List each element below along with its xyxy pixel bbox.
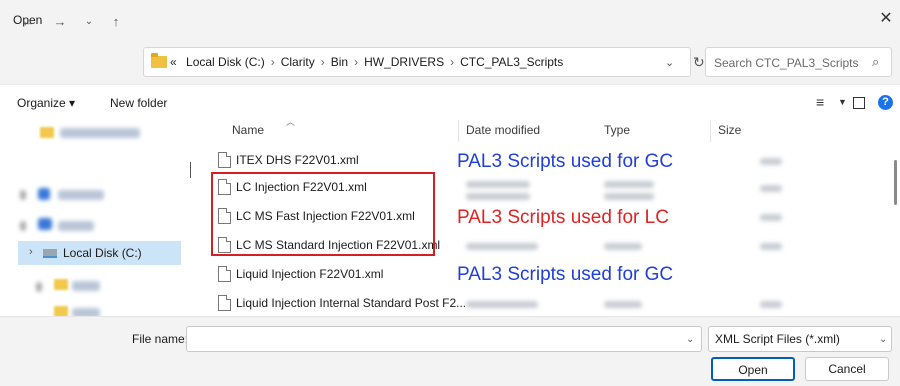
new-folder-button[interactable]: New folder	[110, 96, 167, 110]
vertical-scrollbar-thumb[interactable]	[894, 160, 897, 205]
organize-menu-button[interactable]: Organize ▾	[17, 96, 75, 110]
nav-item-label: Local Disk (C:)	[63, 246, 142, 260]
blurred-type	[604, 243, 642, 250]
breadcrumb-separator-icon[interactable]: ›	[354, 55, 358, 69]
blurred-type	[604, 193, 654, 200]
view-dropdown-icon[interactable]: ▼	[838, 97, 847, 107]
file-type-select[interactable]: XML Script Files (*.xml) ⌄	[708, 326, 892, 352]
breadcrumb-separator-icon[interactable]: ›	[321, 55, 325, 69]
blurred-size	[760, 301, 782, 308]
xml-file-icon	[218, 152, 231, 168]
file-name: Liquid Injection F22V01.xml	[236, 267, 384, 281]
chevron-right-icon[interactable]	[36, 282, 42, 292]
xml-file-icon	[218, 295, 231, 311]
breadcrumb-separator-icon[interactable]: ›	[271, 55, 275, 69]
blurred-size	[760, 185, 782, 192]
column-header-size[interactable]: Size	[718, 123, 741, 137]
lc-scripts-highlight-box	[211, 172, 435, 256]
open-button[interactable]: Open	[711, 357, 795, 381]
file-type-value: XML Script Files (*.xml)	[715, 332, 840, 346]
breadcrumb-clarity[interactable]: Clarity	[281, 55, 315, 69]
breadcrumb-overflow[interactable]: «	[170, 55, 177, 69]
refresh-icon[interactable]: ↻	[693, 54, 705, 71]
xml-file-icon	[218, 266, 231, 282]
blurred-date	[466, 243, 538, 250]
breadcrumb-hw-drivers[interactable]: HW_DRIVERS	[364, 55, 444, 69]
this-pc-icon	[38, 218, 52, 230]
back-arrow-icon[interactable]: ←	[20, 14, 36, 29]
drive-icon	[43, 249, 57, 258]
annotation-gc-bottom: PAL3 Scripts used for GC	[457, 264, 674, 285]
forward-arrow-icon[interactable]: →	[52, 14, 68, 29]
file-row[interactable]: Liquid Injection Internal Standard Post …	[218, 294, 466, 316]
blurred-size	[760, 243, 782, 250]
chevron-right-icon[interactable]: ›	[29, 246, 33, 258]
column-header-type[interactable]: Type	[604, 123, 630, 137]
search-placeholder: Search CTC_PAL3_Scripts	[714, 56, 859, 70]
breadcrumb-ctc-pal3-scripts[interactable]: CTC_PAL3_Scripts	[460, 55, 563, 69]
search-icon[interactable]: ⌕	[872, 54, 879, 70]
annotation-lc: PAL3 Scripts used for LC	[457, 207, 669, 228]
address-dropdown-icon[interactable]: ⌄	[665, 56, 674, 69]
chevron-down-icon[interactable]: ⌄	[879, 334, 887, 345]
file-name-label: File name:	[132, 332, 189, 346]
folder-icon	[151, 53, 167, 68]
pane-splitter[interactable]	[190, 162, 191, 178]
preview-pane-icon[interactable]	[853, 97, 865, 109]
recent-locations-chevron-icon[interactable]: ⌄	[81, 16, 97, 27]
blurred-date	[466, 301, 538, 308]
breadcrumb: « Local Disk (C:) › Clarity › Bin › HW_DRIVERS…	[170, 55, 563, 69]
folder-icon	[40, 127, 54, 138]
folder-icon	[54, 279, 68, 290]
blurred-size	[760, 214, 782, 221]
chevron-right-icon[interactable]	[20, 190, 26, 200]
blurred-date	[466, 193, 530, 200]
file-name: Liquid Injection Internal Standard Post …	[236, 296, 467, 310]
blurred-nav-item[interactable]	[72, 281, 100, 291]
view-options-icon[interactable]: ≡	[816, 94, 824, 110]
help-icon[interactable]: ?	[878, 95, 893, 110]
command-toolbar: Organize ▾ New folder ≡ ▼ ?	[0, 84, 900, 120]
breadcrumb-local-disk[interactable]: Local Disk (C:)	[186, 55, 265, 69]
file-row[interactable]: ITEX DHS F22V01.xml	[218, 151, 458, 173]
search-input[interactable]: Search CTC_PAL3_Scripts ⌕	[705, 47, 892, 77]
breadcrumb-separator-icon[interactable]: ›	[450, 55, 454, 69]
onedrive-icon	[38, 188, 50, 200]
file-name: ITEX DHS F22V01.xml	[236, 153, 359, 167]
blurred-size	[760, 158, 782, 165]
column-header-date-modified[interactable]: Date modified	[466, 123, 540, 137]
column-divider[interactable]	[710, 120, 711, 142]
blurred-nav-item[interactable]	[60, 128, 140, 138]
blurred-type	[604, 301, 642, 308]
chevron-right-icon[interactable]	[20, 221, 26, 231]
file-name-dropdown-icon[interactable]: ⌄	[686, 334, 694, 345]
annotation-gc-top: PAL3 Scripts used for GC	[457, 151, 674, 172]
blurred-type	[604, 181, 654, 188]
blurred-nav-item[interactable]	[58, 221, 94, 231]
file-name-input[interactable]	[186, 326, 702, 352]
blurred-nav-item[interactable]	[58, 190, 104, 200]
sort-ascending-icon: ︿	[286, 117, 296, 127]
column-header-name[interactable]: Name	[232, 123, 264, 137]
up-arrow-icon[interactable]: ↑	[108, 14, 124, 29]
title-bar: Open ✕	[0, 0, 900, 40]
breadcrumb-bin[interactable]: Bin	[331, 55, 348, 69]
file-row[interactable]: Liquid Injection F22V01.xml	[218, 265, 458, 287]
address-bar[interactable]: « Local Disk (C:) › Clarity › Bin › HW_DRIVERS…	[143, 47, 691, 77]
close-icon[interactable]: ✕	[872, 8, 900, 32]
column-divider[interactable]	[458, 120, 459, 142]
blurred-date	[466, 181, 530, 188]
cancel-button[interactable]: Cancel	[805, 357, 889, 381]
